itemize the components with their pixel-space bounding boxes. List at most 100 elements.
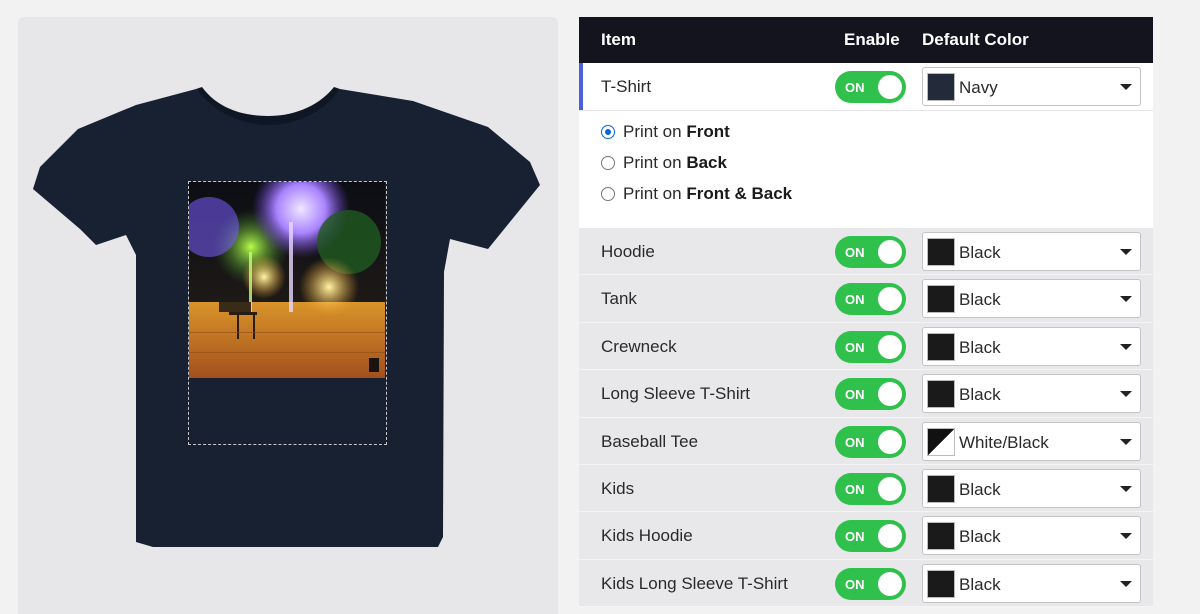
- enable-toggle[interactable]: ON: [835, 283, 906, 316]
- chevron-down-icon: [1120, 296, 1132, 303]
- color-value: Black: [959, 527, 1001, 547]
- product-rows: Hoodie ON Black Tank ON Black Crewneck ON Black L…: [579, 228, 1153, 608]
- toggle-label: ON: [845, 481, 865, 497]
- option-side: Back: [686, 153, 727, 172]
- row-indicator: [579, 370, 583, 417]
- default-color-select[interactable]: Black: [922, 326, 1141, 366]
- toggle-label: ON: [845, 529, 865, 545]
- color-value: Black: [959, 290, 1001, 310]
- toggle-knob: [878, 382, 902, 407]
- color-value: Black: [959, 337, 1001, 357]
- print-area-outline: [188, 181, 387, 445]
- toggle-knob: [878, 524, 902, 549]
- enable-toggle[interactable]: ON: [835, 472, 906, 505]
- toggle-label: ON: [845, 339, 865, 355]
- option-prefix: Print on: [623, 184, 682, 203]
- product-row[interactable]: Tank ON Black: [579, 275, 1153, 323]
- row-indicator: [579, 512, 583, 559]
- print-options: Print on Front Print on Back Print on Fr…: [579, 111, 1153, 228]
- radio-button[interactable]: [601, 156, 615, 170]
- chevron-down-icon: [1120, 485, 1132, 492]
- enable-toggle[interactable]: ON: [835, 567, 906, 600]
- toggle-knob: [878, 476, 902, 501]
- color-swatch: [927, 380, 955, 409]
- toggle-knob: [878, 75, 902, 99]
- product-name: Tank: [601, 289, 637, 309]
- enable-toggle[interactable]: ON: [835, 71, 906, 103]
- product-row[interactable]: Long Sleeve T-Shirt ON Black: [579, 370, 1153, 418]
- chevron-down-icon: [1120, 249, 1132, 255]
- product-row-tshirt[interactable]: T-Shirt ON Navy: [579, 63, 1153, 111]
- chevron-down-icon: [1120, 84, 1132, 90]
- header-default-color: Default Color: [922, 30, 1029, 49]
- product-preview: [18, 17, 558, 614]
- default-color-select[interactable]: Black: [922, 563, 1141, 603]
- header-enable: Enable: [844, 30, 900, 49]
- radio-button[interactable]: [601, 125, 615, 139]
- product-row[interactable]: Baseball Tee ON White/Black: [579, 417, 1153, 465]
- default-color-select[interactable]: Black: [922, 374, 1141, 414]
- chevron-down-icon: [1120, 533, 1132, 540]
- toggle-label: ON: [845, 292, 865, 308]
- product-name: T-Shirt: [601, 77, 652, 96]
- product-row[interactable]: Kids Hoodie ON Black: [579, 512, 1153, 560]
- chevron-down-icon: [1120, 580, 1132, 587]
- color-swatch: [927, 474, 955, 503]
- color-swatch: [927, 522, 955, 551]
- product-name: Kids Hoodie: [601, 526, 693, 546]
- toggle-knob: [878, 287, 902, 312]
- active-row-indicator: [579, 63, 583, 110]
- row-indicator: [579, 464, 583, 512]
- product-name: Hoodie: [601, 242, 655, 261]
- toggle-label: ON: [845, 387, 865, 403]
- product-name: Long Sleeve T-Shirt: [601, 384, 750, 404]
- enable-toggle[interactable]: ON: [835, 378, 906, 411]
- toggle-label: ON: [845, 80, 865, 95]
- toggle-label: ON: [845, 434, 865, 450]
- enable-toggle[interactable]: ON: [835, 330, 906, 363]
- product-row[interactable]: Crewneck ON Black: [579, 322, 1153, 371]
- option-prefix: Print on: [623, 153, 682, 172]
- default-color-select[interactable]: Black: [922, 516, 1141, 556]
- toggle-knob: [878, 429, 902, 454]
- default-color-select[interactable]: Navy: [922, 67, 1141, 106]
- color-swatch: [927, 73, 955, 101]
- toggle-label: ON: [845, 245, 865, 260]
- row-indicator: [579, 275, 583, 322]
- default-color-select[interactable]: Black: [922, 468, 1141, 508]
- color-swatch: [927, 285, 955, 314]
- product-table: Item Enable Default Color T-Shirt ON Nav…: [579, 17, 1153, 608]
- product-row[interactable]: Hoodie ON Black: [579, 228, 1153, 276]
- row-indicator: [579, 228, 583, 275]
- default-color-select[interactable]: Black: [922, 279, 1141, 319]
- color-value: Black: [959, 243, 1001, 262]
- radio-button[interactable]: [601, 187, 615, 201]
- product-name: Crewneck: [601, 336, 677, 356]
- color-value: Black: [959, 479, 1001, 499]
- toggle-knob: [878, 571, 902, 596]
- color-swatch: [927, 427, 955, 456]
- color-value: Navy: [959, 78, 998, 97]
- chevron-down-icon: [1120, 391, 1132, 398]
- product-row[interactable]: Kids ON Black: [579, 464, 1153, 513]
- default-color-select[interactable]: Black: [922, 232, 1141, 271]
- enable-toggle[interactable]: ON: [835, 520, 906, 553]
- product-name: Kids: [601, 478, 635, 498]
- color-swatch: [927, 332, 955, 361]
- toggle-label: ON: [845, 576, 865, 592]
- color-value: White/Black: [959, 432, 1049, 452]
- color-value: Black: [959, 574, 1001, 594]
- color-swatch: [927, 238, 955, 266]
- chevron-down-icon: [1120, 343, 1132, 350]
- product-row[interactable]: Kids Long Sleeve T-Shirt ON Black: [579, 559, 1153, 608]
- enable-toggle[interactable]: ON: [835, 236, 906, 268]
- header-item: Item: [601, 30, 636, 49]
- option-prefix: Print on: [623, 122, 682, 141]
- default-color-select[interactable]: White/Black: [922, 421, 1141, 461]
- chevron-down-icon: [1120, 438, 1132, 445]
- option-side: Front & Back: [686, 184, 793, 203]
- row-indicator: [579, 559, 583, 607]
- toggle-knob: [878, 240, 902, 264]
- enable-toggle[interactable]: ON: [835, 425, 906, 458]
- option-side: Front: [686, 122, 730, 141]
